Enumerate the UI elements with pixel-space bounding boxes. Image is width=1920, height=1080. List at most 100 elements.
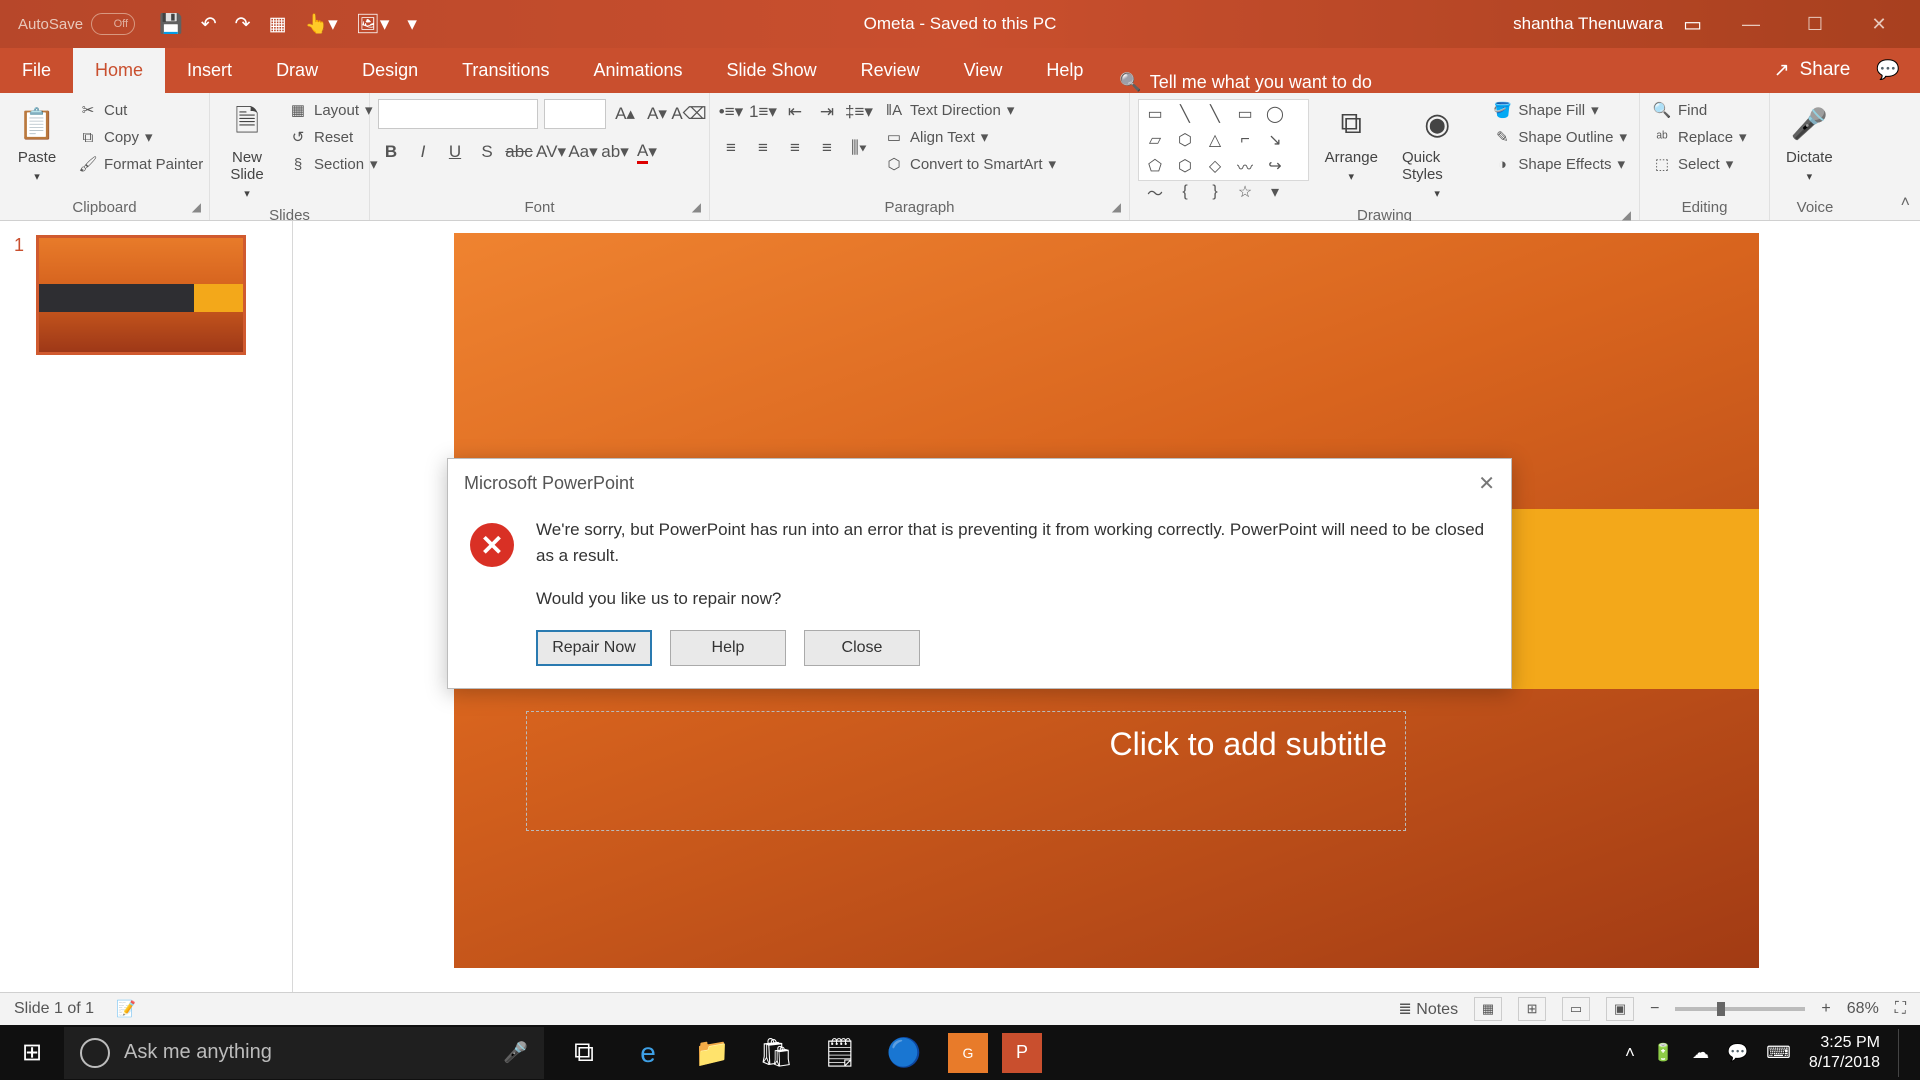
columns-button[interactable]: ⫼▾	[846, 135, 872, 161]
cut-button[interactable]: ✂Cut	[74, 99, 207, 121]
pdf-icon[interactable]: G	[948, 1033, 988, 1073]
comments-icon[interactable]: 💬	[1876, 58, 1900, 82]
tab-help[interactable]: Help	[1024, 48, 1105, 93]
picture-icon[interactable]: 🖼▾	[356, 12, 390, 36]
reading-view-button[interactable]: ▭	[1562, 997, 1590, 1021]
notes-button[interactable]: ≣ Notes	[1398, 999, 1458, 1019]
shape-effects-button[interactable]: ◑Shape Effects ▾	[1488, 153, 1631, 175]
zoom-slider[interactable]	[1675, 1007, 1805, 1011]
save-icon[interactable]: 💾	[159, 12, 183, 36]
repair-now-button[interactable]: Repair Now	[536, 630, 652, 666]
chrome-icon[interactable]: 🔵	[874, 1025, 934, 1080]
fit-to-window-button[interactable]: ⛶	[1895, 1000, 1906, 1018]
minimize-button[interactable]: —	[1722, 4, 1780, 44]
tab-slideshow[interactable]: Slide Show	[705, 48, 839, 93]
font-color-button[interactable]: A▾	[634, 139, 660, 165]
strike-button[interactable]: abc	[506, 139, 532, 165]
tab-animations[interactable]: Animations	[571, 48, 704, 93]
file-explorer-icon[interactable]: 📁	[682, 1025, 742, 1080]
layout-button[interactable]: ▦Layout ▾	[284, 99, 382, 121]
tray-expand-icon[interactable]: ˄	[1625, 1043, 1635, 1063]
numbering-button[interactable]: 1≡▾	[750, 99, 776, 125]
powerpoint-taskbar-icon[interactable]: P	[1002, 1033, 1042, 1073]
share-button[interactable]: ↗ Share 💬	[1774, 58, 1900, 82]
clear-formatting-icon[interactable]: A⌫	[676, 101, 702, 127]
store-icon[interactable]: 🛍	[746, 1025, 806, 1080]
undo-icon[interactable]: ↶	[201, 13, 217, 36]
touch-mode-icon[interactable]: 👆▾	[305, 12, 338, 36]
subtitle-placeholder[interactable]: Click to add subtitle	[526, 711, 1406, 831]
section-button[interactable]: §Section ▾	[284, 153, 382, 175]
text-direction-button[interactable]: ‖AText Direction ▾	[880, 99, 1060, 121]
start-button[interactable]: ⊞	[0, 1025, 64, 1080]
autosave-toggle[interactable]: AutoSave Off	[18, 13, 135, 35]
format-painter-button[interactable]: 🖌Format Painter	[74, 153, 207, 175]
slide-thumbnail[interactable]	[36, 235, 246, 355]
shape-fill-button[interactable]: 🪣Shape Fill ▾	[1488, 99, 1631, 121]
cortana-search[interactable]: Ask me anything 🎤	[64, 1027, 544, 1079]
zoom-level[interactable]: 68%	[1847, 1000, 1879, 1018]
sticky-notes-icon[interactable]: 🗒	[810, 1025, 870, 1080]
highlight-button[interactable]: ab▾	[602, 139, 628, 165]
align-center-button[interactable]: ≡	[750, 135, 776, 161]
align-right-button[interactable]: ≡	[782, 135, 808, 161]
font-name-combo[interactable]	[378, 99, 538, 129]
start-from-beginning-icon[interactable]: ▦	[269, 13, 287, 36]
redo-icon[interactable]: ↷	[235, 13, 251, 36]
increase-indent-button[interactable]: ⇥	[814, 99, 840, 125]
ribbon-display-icon[interactable]: ▭	[1683, 12, 1702, 37]
find-button[interactable]: 🔍Find	[1648, 99, 1751, 121]
slide-thumbnails-panel[interactable]: 1	[0, 221, 293, 1042]
normal-view-button[interactable]: ▦	[1474, 997, 1502, 1021]
quick-styles-button[interactable]: ◉Quick Styles▾	[1394, 99, 1480, 204]
tab-review[interactable]: Review	[839, 48, 942, 93]
tab-view[interactable]: View	[942, 48, 1025, 93]
tab-insert[interactable]: Insert	[165, 48, 254, 93]
spell-check-icon[interactable]: 📝	[116, 999, 136, 1019]
tab-home[interactable]: Home	[73, 48, 165, 93]
shape-outline-button[interactable]: ✎Shape Outline ▾	[1488, 126, 1631, 148]
smartart-button[interactable]: ⬡Convert to SmartArt ▾	[880, 153, 1060, 175]
launcher-icon[interactable]: ◢	[1622, 208, 1631, 222]
increase-font-icon[interactable]: A▴	[612, 101, 638, 127]
edge-icon[interactable]: e	[618, 1025, 678, 1080]
task-view-button[interactable]: ⧉	[554, 1025, 614, 1080]
tell-me-search[interactable]: 🔍 Tell me what you want to do	[1105, 72, 1372, 93]
tab-file[interactable]: File	[0, 48, 73, 93]
reset-button[interactable]: ↺Reset	[284, 126, 382, 148]
battery-icon[interactable]: 🔋	[1653, 1043, 1674, 1063]
shadow-button[interactable]: S	[474, 139, 500, 165]
align-text-button[interactable]: ▭Align Text ▾	[880, 126, 1060, 148]
underline-button[interactable]: U	[442, 139, 468, 165]
tab-design[interactable]: Design	[340, 48, 440, 93]
justify-button[interactable]: ≡	[814, 135, 840, 161]
tab-draw[interactable]: Draw	[254, 48, 340, 93]
keyboard-icon[interactable]: ⌨	[1766, 1043, 1791, 1063]
clock[interactable]: 3:25 PM 8/17/2018	[1809, 1033, 1880, 1073]
launcher-icon[interactable]: ◢	[692, 200, 701, 214]
mic-icon[interactable]: 🎤	[503, 1040, 528, 1065]
change-case-button[interactable]: Aa▾	[570, 139, 596, 165]
more-shapes-icon[interactable]: ▾	[1263, 182, 1287, 202]
font-size-combo[interactable]	[544, 99, 606, 129]
select-button[interactable]: ⬚Select ▾	[1648, 153, 1751, 175]
zoom-in-button[interactable]: +	[1821, 1000, 1830, 1018]
align-left-button[interactable]: ≡	[718, 135, 744, 161]
replace-button[interactable]: ᵃᵇReplace ▾	[1648, 126, 1751, 148]
show-desktop-button[interactable]	[1898, 1029, 1906, 1077]
decrease-indent-button[interactable]: ⇤	[782, 99, 808, 125]
italic-button[interactable]: I	[410, 139, 436, 165]
shapes-gallery[interactable]: ▭╲╲▭◯▱⬡ △⌐↘⬠⬡◇〰 ↪〜{}☆▾	[1138, 99, 1309, 181]
launcher-icon[interactable]: ◢	[192, 200, 201, 214]
thumbnail-slot[interactable]: 1	[14, 235, 278, 355]
copy-button[interactable]: ⧉Copy ▾	[74, 126, 207, 148]
close-button[interactable]: Close	[804, 630, 920, 666]
tab-transitions[interactable]: Transitions	[440, 48, 571, 93]
sorter-view-button[interactable]: ⊞	[1518, 997, 1546, 1021]
qat-customize-icon[interactable]: ▾	[407, 13, 417, 36]
slideshow-view-button[interactable]: ▣	[1606, 997, 1634, 1021]
onedrive-icon[interactable]: ☁	[1692, 1043, 1709, 1063]
slide-counter[interactable]: Slide 1 of 1	[14, 1000, 94, 1018]
dialog-close-icon[interactable]: ✕	[1478, 471, 1495, 496]
close-window-button[interactable]: ✕	[1850, 4, 1908, 44]
